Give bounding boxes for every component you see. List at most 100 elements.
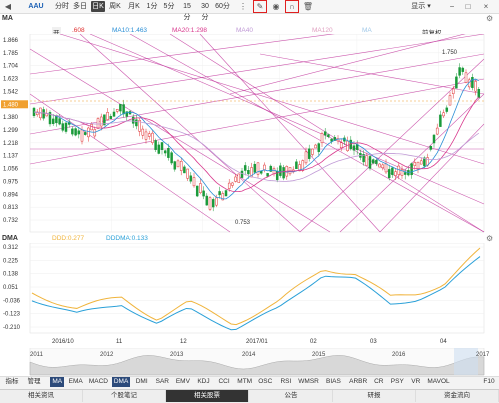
x-axis-label: 04: [440, 339, 447, 345]
indicator-item-arbr[interactable]: ARBR: [347, 377, 370, 387]
bottom-tab-2[interactable]: 相关股票: [166, 390, 249, 402]
candle: [186, 168, 189, 179]
minimize-icon[interactable]: −: [446, 1, 458, 12]
period-30min[interactable]: 30分: [198, 1, 212, 21]
main-settings-icon[interactable]: ⚙: [486, 14, 493, 23]
main-y-tick: 1.704: [3, 64, 19, 70]
candle: [151, 132, 154, 143]
indicator-item-bias[interactable]: BIAS: [322, 377, 345, 387]
indicator-item-dma[interactable]: DMA: [111, 377, 131, 387]
candle: [451, 88, 455, 94]
sub-settings-icon[interactable]: ⚙: [486, 234, 493, 243]
candle: [455, 76, 458, 89]
candle: [160, 142, 164, 150]
candle: [183, 166, 186, 174]
bottom-tab-0[interactable]: 相关资讯: [0, 390, 83, 402]
ma-other-legend: MA: [362, 27, 372, 34]
candle: [458, 67, 461, 76]
period-5min[interactable]: 5分: [163, 1, 175, 12]
indicator-item-emv[interactable]: EMV: [174, 377, 193, 387]
period-15min[interactable]: 15分: [180, 1, 194, 21]
indicator-item-cr[interactable]: CR: [372, 377, 386, 387]
candle: [387, 169, 391, 178]
sub-indicator-name: DMA: [2, 235, 18, 242]
candle: [179, 160, 183, 171]
symbol-label[interactable]: AAU: [26, 1, 46, 12]
bottom-tab-5[interactable]: 资金流向: [416, 390, 499, 402]
candle: [317, 143, 321, 153]
close-icon[interactable]: ×: [480, 1, 492, 12]
overview-year-label: 2017: [476, 352, 490, 358]
candle: [144, 131, 148, 140]
maximize-icon[interactable]: □: [462, 1, 474, 12]
candle: [74, 128, 77, 136]
indicator-item-wmsr[interactable]: WMSR: [297, 377, 320, 387]
high-annotation: 1.750: [442, 50, 458, 56]
indicator-item-sar[interactable]: SAR: [153, 377, 172, 387]
indicator-item-osc[interactable]: OSC: [256, 377, 275, 387]
candle: [471, 77, 474, 88]
overview-navigator[interactable]: 2011 2012 2013 2014 2015 2016 2017: [0, 348, 499, 376]
candle: [109, 115, 113, 120]
candle: [173, 161, 177, 170]
indicator-item-mavol[interactable]: MAVOL: [425, 377, 452, 387]
indicator-item-psy[interactable]: PSY: [388, 377, 407, 387]
indicator-item-dmi[interactable]: DMI: [132, 377, 151, 387]
indicator-item-vr[interactable]: VR: [409, 377, 423, 387]
indicator-item-ma[interactable]: MA: [50, 377, 65, 387]
bottom-tab-4[interactable]: 研报: [333, 390, 416, 402]
x-axis-label: 2016/10: [52, 339, 74, 345]
magnet-icon[interactable]: ∩: [285, 0, 299, 13]
indicator-item-mtm[interactable]: MTM: [235, 377, 254, 387]
main-y-tick: 1.218: [3, 141, 19, 147]
main-y-tick: 1.056: [3, 167, 19, 173]
dma-chart[interactable]: 0.312 0.225 0.138 0.051 -0.036 -0.123 -0.210: [0, 243, 499, 335]
candle: [243, 165, 247, 171]
candle: [327, 134, 330, 137]
f10-button[interactable]: F10: [482, 377, 496, 387]
period-weekly-k[interactable]: 周K: [108, 1, 122, 12]
main-y-tick: 1.380: [3, 115, 19, 121]
indicator-manage-button[interactable]: 管理: [26, 377, 42, 387]
x-axis: 2016/10 11 12 2017/01 02 03 04: [52, 339, 447, 345]
back-icon[interactable]: ◀: [2, 1, 14, 12]
candle: [237, 173, 241, 183]
period-daily-k[interactable]: 日K: [91, 1, 105, 12]
period-multiday[interactable]: 多日: [72, 1, 88, 12]
sub-y-tick: 0.312: [3, 245, 19, 251]
period-1min[interactable]: 1分: [146, 1, 158, 12]
candle: [435, 127, 439, 135]
indicator-item-macd[interactable]: MACD: [87, 377, 110, 387]
period-60min[interactable]: 60分: [215, 1, 230, 12]
overview-window[interactable]: [454, 348, 478, 375]
eye-icon[interactable]: ◉: [270, 1, 282, 12]
candle: [215, 197, 218, 206]
display-menu[interactable]: 显示 ▾: [410, 1, 432, 12]
indicator-item-kdj[interactable]: KDJ: [194, 377, 213, 387]
options-icon[interactable]: ⋮: [237, 1, 249, 12]
draw-line-icon[interactable]: ✎: [253, 0, 267, 13]
candle: [141, 128, 145, 136]
bottom-tab-3[interactable]: 公告: [250, 390, 333, 402]
period-timeshare[interactable]: 分时: [54, 1, 70, 12]
candle: [115, 109, 119, 112]
trash-icon[interactable]: 🗑: [302, 1, 314, 12]
candle: [339, 142, 343, 149]
main-price-chart[interactable]: 1.866 1.785 1.704 1.623 1.542 1.480 1.380 1.299…: [0, 34, 499, 234]
candle: [122, 104, 125, 115]
indicator-item-rsi[interactable]: RSI: [277, 377, 296, 387]
period-monthly-k[interactable]: 月K: [127, 1, 141, 12]
indicator-item-ema[interactable]: EMA: [66, 377, 85, 387]
bottom-tab-1[interactable]: 个股笔记: [83, 390, 166, 402]
candle: [189, 175, 193, 182]
candle: [208, 197, 212, 210]
main-y-tick: 1.137: [3, 154, 19, 160]
main-y-tick: 1.542: [3, 89, 19, 95]
candle: [381, 164, 385, 169]
candle: [231, 182, 234, 186]
candle: [106, 112, 109, 120]
candle: [419, 160, 423, 165]
ma120-legend: MA120: [312, 27, 333, 34]
indicator-item-cci[interactable]: CCI: [215, 377, 234, 387]
overview-year-label: 2011: [30, 352, 44, 358]
